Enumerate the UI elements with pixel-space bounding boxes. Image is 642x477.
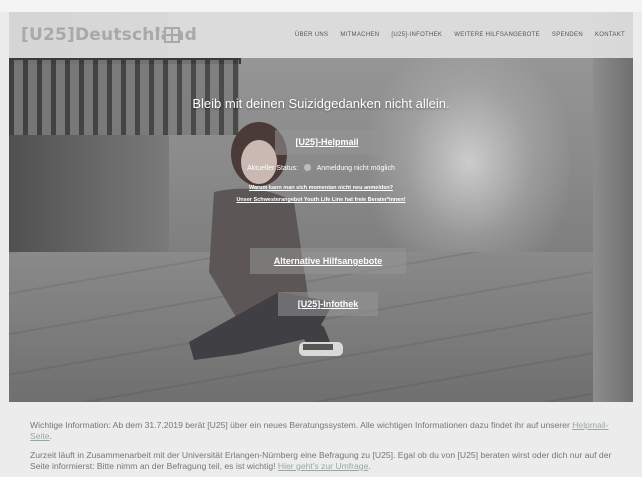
- status-line: Aktueller Status: Anmeldung nicht möglic…: [0, 164, 642, 172]
- nav-mitmachen[interactable]: MITMACHEN: [340, 32, 379, 38]
- site-header: [U25]Deutschland ® ÜBER UNS MITMACHEN [U…: [9, 12, 633, 58]
- registered-mark: ®: [154, 26, 161, 34]
- nav-spenden[interactable]: SPENDEN: [552, 32, 583, 38]
- why-no-registration-link[interactable]: Warum kann man sich momentan nicht neu a…: [0, 185, 642, 191]
- infothek-button[interactable]: [U25]-Infothek: [278, 292, 378, 316]
- hero-right-wall: [593, 12, 633, 402]
- info-text-1: Wichtige Information: Ab dem 31.7.2019 b…: [30, 420, 573, 430]
- nav-weitere-hilfsangebote[interactable]: WEITERE HILFSANGEBOTE: [454, 32, 540, 38]
- status-label: Aktueller Status:: [247, 165, 299, 172]
- info-text-2-end: .: [368, 461, 371, 471]
- info-text-1-end: .: [49, 431, 52, 441]
- main-nav: ÜBER UNS MITMACHEN [U25]-INFOTHEK WEITER…: [295, 32, 625, 38]
- status-indicator-icon: [304, 164, 312, 171]
- youth-life-line-link[interactable]: Unser Schwesterangebot Youth Life Line h…: [0, 197, 642, 203]
- hero-image: [9, 12, 633, 402]
- hero-light: [369, 42, 569, 282]
- survey-link[interactable]: Hier geht's zur Umfrage: [278, 461, 368, 471]
- nav-ueber-uns[interactable]: ÜBER UNS: [295, 32, 328, 38]
- info-paragraph-1: Wichtige Information: Ab dem 31.7.2019 b…: [30, 420, 622, 442]
- hero-headline: Bleib mit deinen Suizidgedanken nicht al…: [192, 96, 450, 111]
- helpmail-button[interactable]: [U25]-Helpmail: [275, 130, 379, 155]
- cross-logo-icon: [164, 27, 180, 43]
- nav-infothek[interactable]: [U25]-INFOTHEK: [391, 32, 442, 38]
- top-strip: [0, 0, 642, 12]
- info-section: Wichtige Information: Ab dem 31.7.2019 b…: [30, 420, 622, 477]
- nav-kontakt[interactable]: KONTAKT: [595, 32, 625, 38]
- status-value: Anmeldung nicht möglich: [316, 165, 395, 172]
- info-paragraph-2: Zurzeit läuft in Zusammenarbeit mit der …: [30, 450, 622, 472]
- alternative-help-button[interactable]: Alternative Hilfsangebote: [250, 248, 406, 274]
